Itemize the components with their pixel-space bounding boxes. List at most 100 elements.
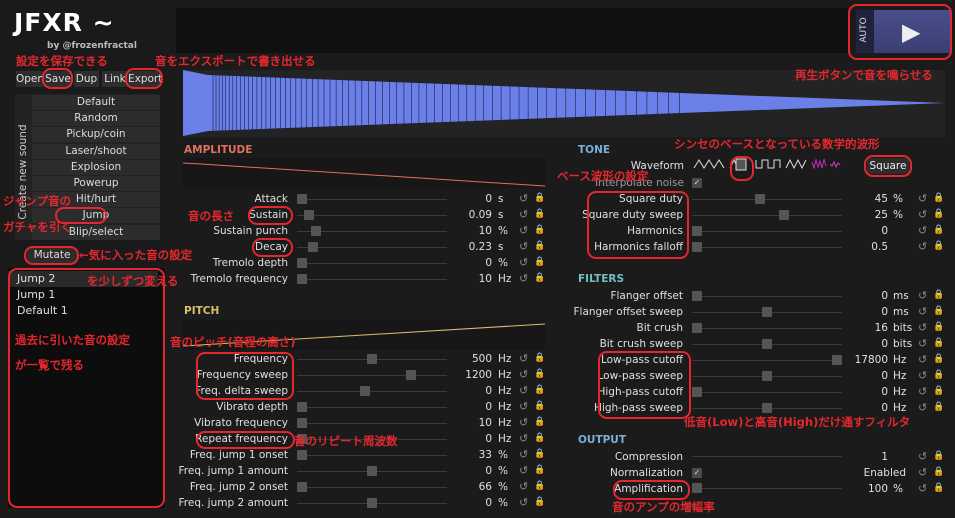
decay-thumb[interactable] — [308, 242, 319, 252]
bit-crush-track[interactable] — [692, 328, 842, 329]
freq-delta-sweep-thumb[interactable] — [360, 386, 370, 396]
reset-icon[interactable]: ↺ — [918, 353, 927, 366]
reset-icon[interactable]: ↺ — [519, 208, 528, 221]
tremolo-frequency-track[interactable] — [297, 279, 447, 280]
reset-icon[interactable]: ↺ — [519, 192, 528, 205]
reset-icon[interactable]: ↺ — [519, 496, 528, 509]
lock-icon[interactable]: 🔒 — [534, 465, 545, 475]
square-duty-track[interactable] — [692, 199, 842, 200]
reset-icon[interactable]: ↺ — [519, 400, 528, 413]
reset-icon[interactable]: ↺ — [918, 305, 927, 318]
lock-icon[interactable]: 🔒 — [933, 225, 944, 235]
reset-icon[interactable]: ↺ — [918, 482, 927, 495]
reset-icon[interactable]: ↺ — [918, 208, 927, 221]
open-button[interactable]: Open — [16, 71, 44, 87]
reset-icon[interactable]: ↺ — [519, 352, 528, 365]
square-duty-sweep-track[interactable] — [692, 215, 842, 216]
lock-icon[interactable]: 🔒 — [534, 433, 545, 443]
harmonics-track[interactable] — [692, 231, 842, 232]
harmonics-falloff-track[interactable] — [692, 247, 842, 248]
lock-icon[interactable]: 🔒 — [933, 483, 944, 493]
waveform-selector[interactable] — [690, 156, 858, 174]
low-pass-cutoff-track[interactable] — [692, 360, 842, 361]
freq-jump-1-onset-track[interactable] — [297, 455, 447, 456]
high-pass-cutoff-track[interactable] — [692, 392, 842, 393]
frequency-thumb[interactable] — [367, 354, 377, 364]
vibrato-depth-track[interactable] — [297, 407, 447, 408]
generator-random[interactable]: Random — [32, 111, 160, 127]
mutate-button[interactable]: Mutate — [27, 248, 77, 263]
reset-icon[interactable]: ↺ — [519, 416, 528, 429]
lock-icon[interactable]: 🔒 — [534, 481, 545, 491]
lock-icon[interactable]: 🔒 — [534, 273, 545, 283]
lock-icon[interactable]: 🔒 — [534, 417, 545, 427]
generator-powerup[interactable]: Powerup — [32, 176, 160, 191]
lock-icon[interactable]: 🔒 — [933, 290, 944, 300]
lock-icon[interactable]: 🔒 — [933, 209, 944, 219]
generator-laser-shoot[interactable]: Laser/shoot — [32, 143, 160, 159]
lock-icon[interactable]: 🔒 — [933, 241, 944, 251]
dup-button[interactable]: Dup — [74, 71, 99, 87]
bit-crush-sweep-thumb[interactable] — [762, 339, 772, 349]
tremolo-frequency-thumb[interactable] — [297, 274, 307, 284]
vibrato-depth-thumb[interactable] — [297, 402, 307, 412]
reset-icon[interactable]: ↺ — [918, 224, 927, 237]
freq-jump-2-onset-track[interactable] — [297, 487, 447, 488]
sustain-track[interactable] — [297, 215, 447, 216]
square-duty-thumb[interactable] — [755, 194, 765, 204]
reset-icon[interactable]: ↺ — [918, 385, 927, 398]
reset-icon[interactable]: ↺ — [918, 466, 927, 479]
lock-icon[interactable]: 🔒 — [534, 257, 545, 267]
lock-icon[interactable]: 🔒 — [933, 193, 944, 203]
freq-jump-1-onset-thumb[interactable] — [297, 450, 307, 460]
sustain-punch-thumb[interactable] — [311, 226, 321, 236]
harmonics-thumb[interactable] — [692, 226, 702, 236]
reset-icon[interactable]: ↺ — [519, 256, 528, 269]
lock-icon[interactable]: 🔒 — [933, 451, 944, 461]
square-duty-sweep-thumb[interactable] — [778, 210, 789, 220]
reset-icon[interactable]: ↺ — [519, 272, 528, 285]
reset-icon[interactable]: ↺ — [918, 321, 927, 334]
reset-icon[interactable]: ↺ — [918, 192, 927, 205]
lock-icon[interactable]: 🔒 — [933, 386, 944, 396]
reset-icon[interactable]: ↺ — [918, 369, 927, 382]
reset-icon[interactable]: ↺ — [918, 401, 927, 414]
lock-icon[interactable]: 🔒 — [933, 402, 944, 412]
freq-delta-sweep-track[interactable] — [297, 391, 447, 392]
vibrato-frequency-thumb[interactable] — [297, 418, 307, 428]
bit-crush-thumb[interactable] — [692, 323, 702, 333]
generator-explosion[interactable]: Explosion — [32, 159, 160, 175]
generator-default[interactable]: Default — [32, 95, 160, 110]
reset-icon[interactable]: ↺ — [918, 337, 927, 350]
harmonics-falloff-thumb[interactable] — [692, 242, 702, 252]
auto-play-toggle[interactable]: AUTO — [856, 10, 874, 53]
reset-icon[interactable]: ↺ — [519, 368, 528, 381]
export-button[interactable]: Export — [128, 71, 162, 87]
flanger-offset-thumb[interactable] — [692, 291, 702, 301]
waveform-value[interactable]: Square — [867, 158, 909, 174]
reset-icon[interactable]: ↺ — [519, 480, 528, 493]
play-button[interactable]: ▶ — [874, 10, 950, 53]
sustain-thumb[interactable] — [304, 210, 314, 220]
lock-icon[interactable]: 🔒 — [933, 322, 944, 332]
flanger-offset-sweep-thumb[interactable] — [762, 307, 772, 317]
history-item[interactable]: Jump 1 — [8, 287, 158, 303]
lock-icon[interactable]: 🔒 — [933, 370, 944, 380]
high-pass-cutoff-thumb[interactable] — [692, 387, 702, 397]
interpolate-noise-checkbox[interactable]: ✓ — [692, 178, 702, 188]
freq-jump-2-amount-thumb[interactable] — [367, 498, 377, 508]
flanger-offset-track[interactable] — [692, 296, 842, 297]
reset-icon[interactable]: ↺ — [519, 384, 528, 397]
freq-jump-1-amount-thumb[interactable] — [367, 466, 377, 476]
lock-icon[interactable]: 🔒 — [534, 497, 545, 507]
reset-icon[interactable]: ↺ — [519, 432, 528, 445]
link-button[interactable]: Link — [102, 71, 128, 87]
generator-pickup-coin[interactable]: Pickup/coin — [32, 127, 160, 143]
tremolo-depth-thumb[interactable] — [297, 258, 307, 268]
lock-icon[interactable]: 🔒 — [534, 449, 545, 459]
lock-icon[interactable]: 🔒 — [933, 338, 944, 348]
vibrato-frequency-track[interactable] — [297, 423, 447, 424]
amplification-thumb[interactable] — [692, 483, 702, 493]
reset-icon[interactable]: ↺ — [519, 224, 528, 237]
freq-jump-2-onset-thumb[interactable] — [297, 482, 307, 492]
